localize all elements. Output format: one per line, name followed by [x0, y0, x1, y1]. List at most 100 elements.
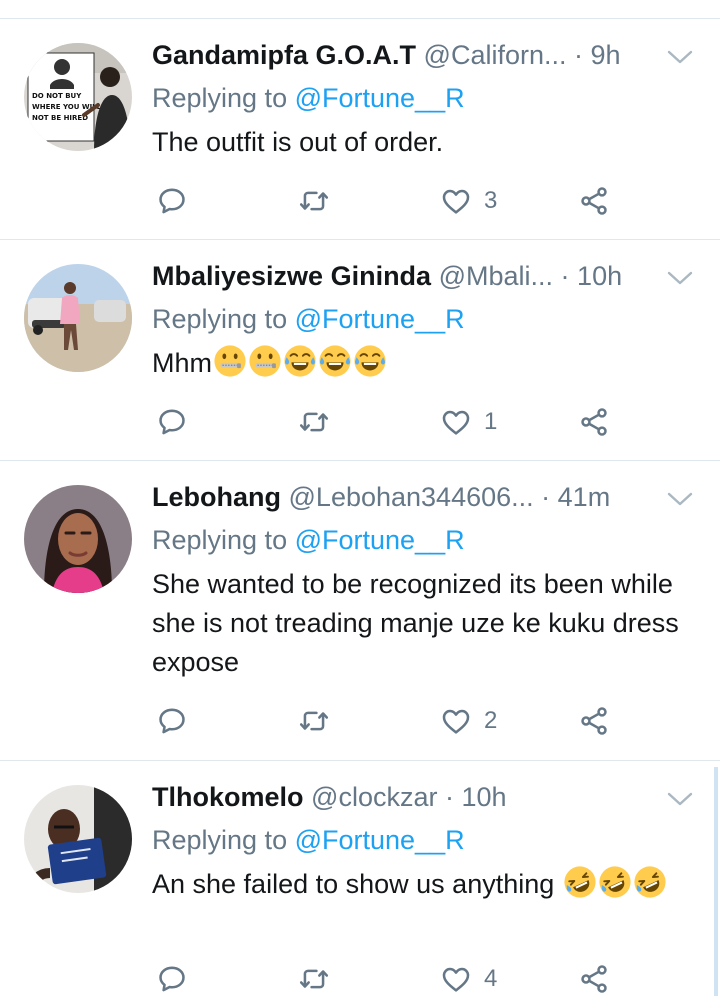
reply-button[interactable]	[156, 181, 200, 221]
like-count: 3	[484, 187, 498, 214]
like-button[interactable]: 3	[440, 181, 497, 221]
chevron-down-icon[interactable]	[666, 789, 694, 809]
tweet-text-content: The outfit is out of order.	[152, 127, 444, 157]
handle[interactable]: @Californ...	[424, 40, 567, 70]
display-name[interactable]: Lebohang	[152, 482, 281, 512]
replying-to: Replying to @Fortune__R	[152, 522, 465, 558]
share-icon	[578, 705, 610, 737]
replying-to-mention[interactable]: @Fortune__R	[295, 304, 465, 334]
handle[interactable]: @Lebohan344606...	[289, 482, 534, 512]
display-name[interactable]: Tlhokomelo	[152, 782, 304, 812]
chevron-down-icon[interactable]	[666, 47, 694, 67]
retweet-button[interactable]	[298, 959, 342, 996]
display-name[interactable]: Mbaliyesizwe Gininda	[152, 261, 431, 291]
tweet-header: Tlhokomelo @clockzar · 10h	[152, 779, 660, 815]
like-count: 1	[484, 408, 498, 435]
speech-bubble-icon	[156, 185, 188, 217]
avatar-sign-line-1: DO NOT BUY	[32, 92, 82, 100]
face-with-tears-of-joy-emoji	[318, 344, 352, 378]
share-icon	[578, 406, 610, 438]
avatar[interactable]	[24, 485, 132, 593]
share-icon	[578, 963, 610, 995]
tweet-text: She wanted to be recognized its been whi…	[152, 565, 692, 682]
tweet-actions: 3	[152, 181, 632, 221]
chevron-down-icon[interactable]	[666, 489, 694, 509]
heart-icon	[440, 963, 472, 995]
replying-to: Replying to @Fortune__R	[152, 80, 465, 116]
replying-to-mention[interactable]: @Fortune__R	[295, 83, 465, 113]
handle[interactable]: @clockzar	[311, 782, 437, 812]
replying-to: Replying to @Fortune__R	[152, 301, 465, 337]
like-button[interactable]: 1	[440, 402, 497, 442]
avatar[interactable]	[24, 264, 132, 372]
timestamp[interactable]: 9h	[591, 40, 621, 70]
chevron-down-icon[interactable]	[666, 268, 694, 288]
tweet[interactable]: Tlhokomelo @clockzar · 10h Replying to @…	[0, 761, 720, 996]
share-button[interactable]	[578, 181, 610, 221]
tweet-text-content: An she failed to show us anything	[152, 869, 555, 899]
replying-to-mention[interactable]: @Fortune__R	[295, 825, 465, 855]
replying-to-label: Replying to	[152, 304, 295, 334]
like-button[interactable]: 4	[440, 959, 497, 996]
timestamp[interactable]: 10h	[577, 261, 622, 291]
face-with-tears-of-joy-emoji	[283, 344, 317, 378]
tweet-header: Gandamipfa G.O.A.T @Californ... · 9h	[152, 37, 660, 73]
replying-to-mention[interactable]: @Fortune__R	[295, 525, 465, 555]
speech-bubble-icon	[156, 406, 188, 438]
share-button[interactable]	[578, 402, 610, 442]
tweet-actions: 2	[152, 701, 632, 741]
retweet-icon	[298, 705, 330, 737]
share-icon	[578, 185, 610, 217]
replying-to: Replying to @Fortune__R	[152, 822, 465, 858]
tweet[interactable]: Mbaliyesizwe Gininda @Mbali... · 10h Rep…	[0, 240, 720, 461]
zipper-mouth-face-emoji	[213, 344, 247, 378]
tweet[interactable]: Lebohang @Lebohan344606... · 41m Replyin…	[0, 461, 720, 761]
tweet-text-content: She wanted to be recognized its been whi…	[152, 569, 679, 677]
rolling-on-the-floor-laughing-emoji	[633, 865, 667, 899]
share-button[interactable]	[578, 701, 610, 741]
separator-dot: ·	[541, 482, 558, 512]
display-name[interactable]: Gandamipfa G.O.A.T	[152, 40, 416, 70]
timestamp[interactable]: 10h	[461, 782, 506, 812]
reply-button[interactable]	[156, 701, 200, 741]
tweet-header: Mbaliyesizwe Gininda @Mbali... · 10h	[152, 258, 660, 294]
heart-icon	[440, 705, 472, 737]
avatar[interactable]	[24, 785, 132, 893]
retweet-icon	[298, 406, 330, 438]
tweet-text: An she failed to show us anything	[152, 865, 692, 904]
retweet-button[interactable]	[298, 181, 342, 221]
handle[interactable]: @Mbali...	[439, 261, 553, 291]
share-button[interactable]	[578, 959, 610, 996]
tweet-text-content: Mhm	[152, 348, 212, 378]
like-button[interactable]: 2	[440, 701, 497, 741]
reply-feed: DO NOT BUY WHERE YOU WILL NOT BE HIRED G…	[0, 0, 720, 996]
retweet-icon	[298, 185, 330, 217]
separator-dot: ·	[560, 261, 578, 291]
face-with-tears-of-joy-emoji	[353, 344, 387, 378]
timestamp[interactable]: 41m	[558, 482, 611, 512]
like-count: 2	[484, 707, 498, 734]
retweet-button[interactable]	[298, 402, 342, 442]
avatar[interactable]: DO NOT BUY WHERE YOU WILL NOT BE HIRED	[24, 43, 132, 151]
speech-bubble-icon	[156, 705, 188, 737]
heart-icon	[440, 185, 472, 217]
retweet-button[interactable]	[298, 701, 342, 741]
heart-icon	[440, 406, 472, 438]
like-count: 4	[484, 965, 498, 992]
retweet-icon	[298, 963, 330, 995]
separator-dot: ·	[574, 40, 591, 70]
reply-button[interactable]	[156, 402, 200, 442]
reply-button[interactable]	[156, 959, 200, 996]
tweet-text: The outfit is out of order.	[152, 123, 692, 162]
tweet-actions: 4	[152, 959, 632, 996]
separator-dot: ·	[444, 782, 462, 812]
thread-indicator	[714, 767, 718, 996]
avatar-sign-line-3: NOT BE HIRED	[32, 114, 88, 122]
rolling-on-the-floor-laughing-emoji	[598, 865, 632, 899]
tweet-actions: 1	[152, 402, 632, 442]
tweet[interactable]: DO NOT BUY WHERE YOU WILL NOT BE HIRED G…	[0, 19, 720, 240]
zipper-mouth-face-emoji	[248, 344, 282, 378]
rolling-on-the-floor-laughing-emoji	[563, 865, 597, 899]
tweet-header: Lebohang @Lebohan344606... · 41m	[152, 479, 660, 515]
tweet-text: Mhm	[152, 344, 692, 383]
